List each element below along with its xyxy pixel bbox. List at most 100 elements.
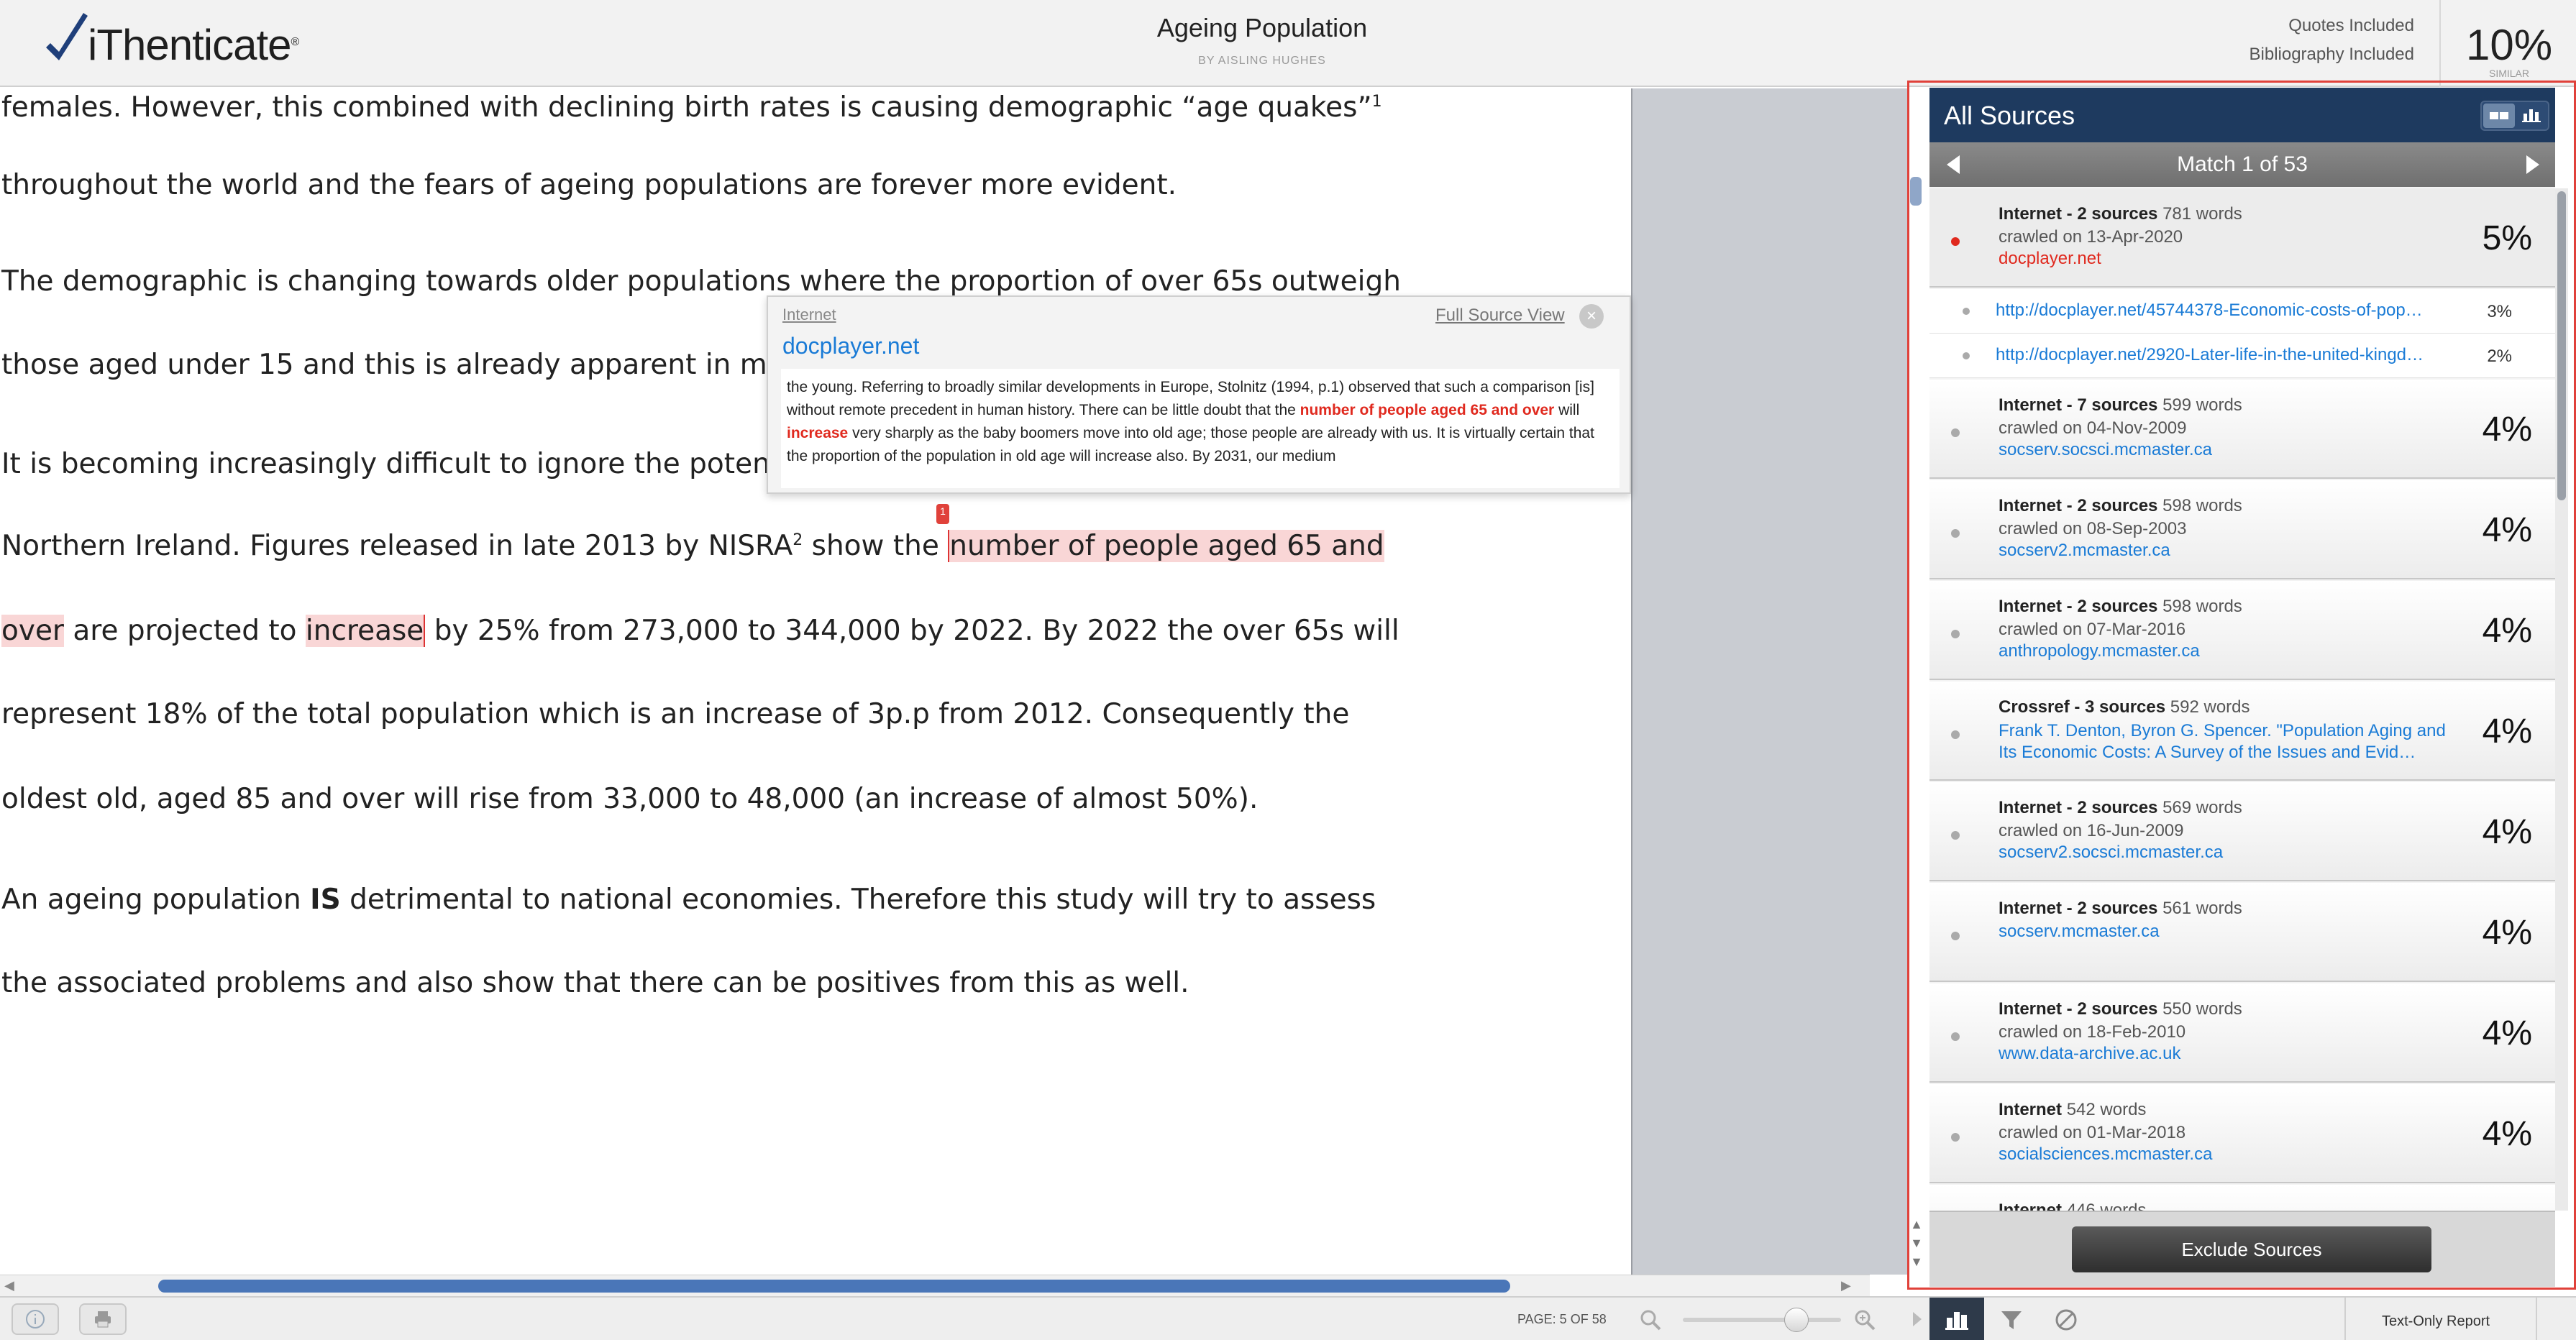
source-domain[interactable]: www.data-archive.ac.uk	[1999, 1044, 2180, 1064]
bullet-icon	[1951, 630, 1960, 638]
bullet-icon	[1963, 352, 1970, 359]
source-percent: 4%	[2482, 511, 2532, 549]
source-kind: Internet - 2 sources 569 words	[1999, 798, 2242, 817]
source-kind: Internet - 2 sources 561 words	[1999, 899, 2242, 918]
panel-scroll-handle[interactable]	[1910, 177, 1922, 206]
collapse-panel-icon[interactable]	[1913, 1312, 1922, 1326]
source-percent: 4%	[2482, 1014, 2532, 1052]
bullet-icon	[1963, 308, 1970, 315]
popup-source-link[interactable]: docplayer.net	[782, 333, 919, 359]
panel-title: All Sources	[1944, 101, 2075, 130]
app-header: iThenticate ® Ageing Population BY AISLI…	[0, 0, 2576, 87]
horizontal-scroll-thumb[interactable]	[158, 1280, 1510, 1293]
bibliography-included-toggle[interactable]: Bibliography Included	[2250, 45, 2415, 65]
source-item[interactable]: Internet - 2 sources 598 words crawled o…	[1929, 480, 2555, 579]
match-number-pin[interactable]: 1	[936, 504, 949, 524]
page-indicator: PAGE: 5 OF 58	[1517, 1312, 1607, 1326]
list-view-icon	[2490, 112, 2508, 119]
zoom-in-icon[interactable]	[1853, 1308, 1877, 1332]
source-domain[interactable]: docplayer.net	[1999, 249, 2101, 269]
scrollbar-thumb[interactable]	[2557, 191, 2566, 500]
source-domain[interactable]: socialsciences.mcmaster.ca	[1999, 1144, 2212, 1165]
doc-line: over are projected to increase by 25% fr…	[1, 615, 1399, 647]
source-reference[interactable]: Frank T. Denton, Byron G. Spencer. "Popu…	[1999, 720, 2459, 763]
source-kind: Internet - 2 sources 781 words	[1999, 204, 2242, 224]
source-percent: 4%	[2482, 914, 2532, 952]
horizontal-scrollbar[interactable]: ◀ ▶	[0, 1275, 1870, 1296]
zoom-slider-handle[interactable]	[1784, 1308, 1809, 1332]
zoom-slider[interactable]	[1683, 1318, 1841, 1322]
match-highlight[interactable]: over	[1, 615, 64, 647]
bar-chart-icon	[2522, 109, 2541, 122]
bullet-icon	[1951, 1032, 1960, 1041]
bullet-icon	[1951, 831, 1960, 840]
doc-line: It is becoming increasingly difficult to…	[1, 448, 782, 480]
match-counter: Match 1 of 53	[2177, 152, 2308, 176]
doc-line: An ageing population IS detrimental to n…	[1, 884, 1376, 916]
source-kind: Internet 542 words	[1999, 1100, 2147, 1119]
source-item[interactable]: Crossref - 3 sources 592 words Frank T. …	[1929, 682, 2555, 781]
source-percent: 4%	[2482, 813, 2532, 851]
source-domain[interactable]: socserv2.socsci.mcmaster.ca	[1999, 843, 2223, 863]
source-domain[interactable]: socserv.socsci.mcmaster.ca	[1999, 440, 2212, 460]
source-percent: 4%	[2482, 1115, 2532, 1153]
registered-mark: ®	[291, 36, 300, 48]
source-domain[interactable]: anthropology.mcmaster.ca	[1999, 641, 2200, 661]
viewer-background	[1632, 88, 1909, 1275]
similarity-label: SIMILAR	[2488, 68, 2529, 79]
source-item[interactable]: Internet - 7 sources 599 words crawled o…	[1929, 380, 2555, 479]
sub-source-url[interactable]: http://docplayer.net/45744378-Economic-c…	[1996, 300, 2449, 321]
source-kind: Internet - 2 sources 598 words	[1999, 597, 2242, 616]
source-item[interactable]: Internet - 2 sources 569 words crawled o…	[1929, 782, 2555, 881]
zoom-out-icon[interactable]	[1638, 1308, 1663, 1332]
source-item[interactable]: Internet - 2 sources 598 words crawled o…	[1929, 581, 2555, 680]
document-author: BY AISLING HUGHES	[1198, 55, 1326, 67]
bullet-icon	[1951, 529, 1960, 538]
exclusions-tab[interactable]	[2039, 1298, 2093, 1340]
list-view-button[interactable]	[2483, 104, 2515, 128]
exclude-sources-button[interactable]: Exclude Sources	[2072, 1226, 2431, 1272]
match-highlight[interactable]: increase	[305, 615, 426, 647]
text-only-report-link[interactable]: Text-Only Report	[2382, 1313, 2490, 1330]
panel-tool-tabs	[1929, 1298, 2347, 1340]
print-button[interactable]	[79, 1303, 127, 1335]
quotes-included-toggle[interactable]: Quotes Included	[2288, 16, 2414, 36]
active-dot-icon	[1951, 237, 1960, 246]
panel-scroll-arrows[interactable]: ▲ ▼ ▼	[1910, 1215, 1923, 1277]
toolbar-divider	[2536, 1298, 2537, 1340]
sources-list[interactable]: Internet - 2 sources 781 words crawled o…	[1929, 188, 2555, 1211]
source-item[interactable]: Internet - 2 sources 561 words socserv.m…	[1929, 883, 2555, 982]
view-toggle[interactable]	[2480, 101, 2549, 131]
sub-source-percent: 2%	[2487, 347, 2512, 366]
info-button[interactable]	[12, 1303, 59, 1335]
source-item[interactable]: Internet - 2 sources 550 words crawled o…	[1929, 983, 2555, 1083]
document-viewer[interactable]: females. However, this combined with dec…	[0, 88, 1631, 1275]
source-item[interactable]: Internet - 2 sources 781 words crawled o…	[1929, 188, 2555, 288]
match-overview-tab[interactable]	[1929, 1298, 1984, 1340]
ithenticate-logo[interactable]: iThenticate ®	[43, 10, 299, 75]
scroll-right-icon[interactable]: ▶	[1841, 1278, 1851, 1293]
filter-tab[interactable]	[1984, 1298, 2039, 1340]
popup-source-type: Internet	[782, 306, 836, 323]
source-item[interactable]: Internet 542 words crawled on 01-Mar-201…	[1929, 1084, 2555, 1183]
close-icon[interactable]: ×	[1579, 304, 1604, 329]
next-match-icon[interactable]	[2526, 155, 2539, 174]
source-kind: Internet - 2 sources 550 words	[1999, 999, 2242, 1019]
source-popup: Internet Full Source View × docplayer.ne…	[767, 295, 1631, 494]
doc-line: throughout the world and the fears of ag…	[1, 169, 1177, 201]
source-domain[interactable]: socserv.mcmaster.ca	[1999, 922, 2160, 942]
sub-source-item[interactable]: http://docplayer.net/2920-Later-life-in-…	[1929, 334, 2555, 378]
sources-scrollbar[interactable]	[2555, 188, 2568, 1211]
source-item[interactable]: Internet 446 words	[1929, 1185, 2555, 1211]
source-crawled: crawled on 16-Jun-2009	[1999, 821, 2184, 840]
toolbar-divider	[2344, 1298, 2346, 1340]
match-highlight[interactable]: number of people aged 65 and	[948, 530, 1384, 562]
checkmark-icon	[46, 13, 88, 60]
sub-source-url[interactable]: http://docplayer.net/2920-Later-life-in-…	[1996, 345, 2449, 365]
sub-source-item[interactable]: http://docplayer.net/45744378-Economic-c…	[1929, 289, 2555, 334]
full-source-view-link[interactable]: Full Source View	[1435, 306, 1565, 326]
scroll-left-icon[interactable]: ◀	[4, 1278, 14, 1293]
source-domain[interactable]: socserv2.mcmaster.ca	[1999, 541, 2170, 561]
logo-text: iThenticate	[88, 20, 291, 69]
bar-view-button[interactable]	[2516, 104, 2548, 128]
